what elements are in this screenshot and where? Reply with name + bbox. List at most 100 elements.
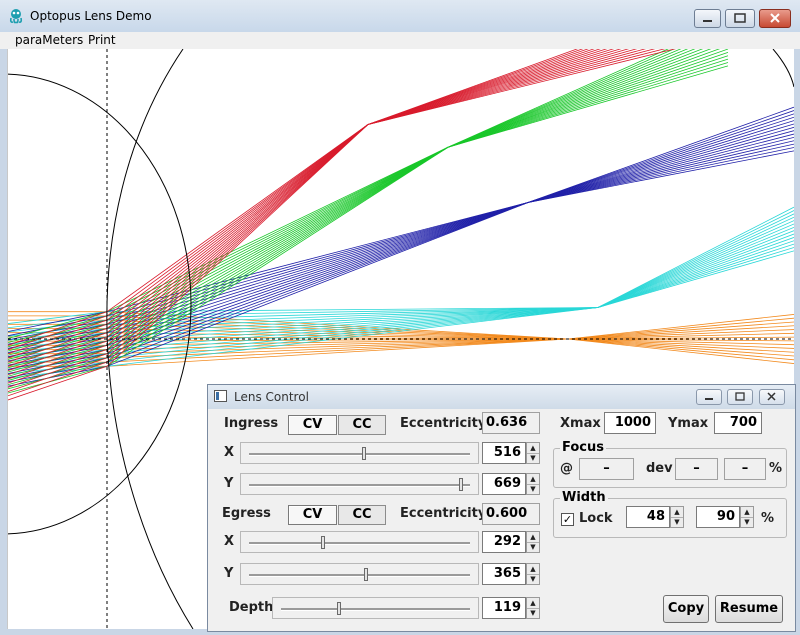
egress-x-slider[interactable]: [240, 531, 479, 553]
blue-ray: [527, 140, 794, 203]
red-ray: [367, 49, 638, 125]
cyan-ray: [597, 233, 794, 308]
focus-group: Focus @ – dev – – %: [553, 440, 787, 488]
close-button[interactable]: [759, 9, 791, 28]
red-ray: [367, 49, 601, 125]
spin-down-icon[interactable]: ▼: [741, 517, 753, 527]
dialog-window-icon: [214, 390, 227, 402]
green-ray: [447, 58, 729, 148]
spin-down-icon[interactable]: ▼: [527, 484, 539, 494]
dialog-maximize-button[interactable]: [727, 389, 753, 405]
dialog-title-bar[interactable]: Lens Control: [208, 385, 795, 409]
depth-field[interactable]: 119: [482, 597, 526, 619]
egress-x-field[interactable]: 292: [482, 531, 526, 553]
red-ray: [367, 49, 608, 125]
blue-ray: [106, 202, 529, 325]
slider-thumb[interactable]: [336, 602, 341, 615]
red-ray: [367, 49, 647, 125]
dialog-close-button[interactable]: [759, 389, 785, 405]
minimize-icon: [705, 398, 713, 400]
orange-ray: [106, 338, 569, 367]
egress-y-slider[interactable]: [240, 563, 479, 585]
xmax-label: Xmax: [560, 416, 601, 431]
resume-button[interactable]: Resume: [715, 595, 783, 623]
main-window: Optopus Lens Demo paraMeters Print Lens …: [0, 0, 800, 635]
title-bar[interactable]: Optopus Lens Demo: [0, 0, 800, 33]
focus-at-label: @: [560, 461, 573, 476]
xmax-field[interactable]: 1000: [604, 412, 656, 434]
depth-label: Depth: [229, 600, 274, 615]
cyan-ray: [597, 240, 794, 308]
red-ray: [367, 49, 595, 125]
ingress-x-field[interactable]: 516: [482, 442, 526, 464]
spin-down-icon[interactable]: ▼: [527, 574, 539, 584]
focus-dev-value: –: [675, 458, 718, 480]
slider-track: [281, 608, 470, 611]
maximize-icon: [735, 392, 745, 401]
ingress-y-slider[interactable]: [240, 473, 479, 495]
width-pct-label: %: [761, 511, 775, 526]
menu-parameters[interactable]: paraMeters: [15, 33, 83, 47]
cyan-ray: [597, 220, 794, 308]
red-ray: [367, 49, 622, 125]
width-group: Width ✓ Lock 48 ▲ ▼ 90 ▲ ▼ %: [553, 490, 787, 538]
width-value2-field[interactable]: 90: [696, 506, 740, 528]
blue-ray: [527, 126, 794, 203]
minimize-button[interactable]: [694, 9, 721, 28]
width-value2-spinner[interactable]: ▲ ▼: [740, 506, 754, 528]
ingress-label: Ingress: [224, 416, 279, 431]
close-icon: [770, 13, 780, 23]
slider-thumb[interactable]: [361, 447, 366, 460]
orange-ray: [567, 338, 794, 364]
ingress-y-field[interactable]: 669: [482, 473, 526, 495]
red-ray: [367, 49, 656, 125]
ingress-y-spinner[interactable]: ▲ ▼: [526, 473, 540, 495]
cyan-ray: [597, 223, 794, 308]
ingress-x-slider[interactable]: [240, 442, 479, 464]
lens-control-dialog: Lens Control Ingress CV CC Eccentricity …: [207, 384, 796, 632]
slider-track: [249, 453, 470, 456]
focus-pct-label: %: [769, 461, 783, 476]
lock-checkbox[interactable]: ✓: [561, 513, 574, 526]
width-value1-field[interactable]: 48: [626, 506, 670, 528]
depth-slider[interactable]: [272, 597, 479, 619]
egress-x-spinner[interactable]: ▲ ▼: [526, 531, 540, 553]
spin-down-icon[interactable]: ▼: [671, 517, 683, 527]
depth-spinner[interactable]: ▲ ▼: [526, 597, 540, 619]
egress-eccentricity-value: 0.600: [482, 503, 540, 525]
octopus-icon: [9, 9, 23, 24]
green-ray: [106, 146, 449, 313]
copy-button[interactable]: Copy: [663, 595, 709, 623]
egress-x-label: X: [224, 534, 235, 549]
slider-track: [249, 574, 470, 577]
spin-down-icon[interactable]: ▼: [527, 542, 539, 552]
red-ray: [367, 49, 579, 125]
ingress-x-spinner[interactable]: ▲ ▼: [526, 442, 540, 464]
ray-traces: [8, 49, 794, 401]
egress-y-spinner[interactable]: ▲ ▼: [526, 563, 540, 585]
spin-down-icon[interactable]: ▼: [527, 608, 539, 618]
width-value1-spinner[interactable]: ▲ ▼: [670, 506, 684, 528]
red-ray: [367, 49, 666, 125]
spin-down-icon[interactable]: ▼: [527, 453, 539, 463]
dialog-minimize-button[interactable]: [696, 389, 722, 405]
ymax-field[interactable]: 700: [714, 412, 762, 434]
ingress-eccentricity-value: 0.636: [482, 412, 540, 434]
window-title: Optopus Lens Demo: [30, 9, 152, 23]
menu-print[interactable]: Print: [88, 33, 116, 47]
blue-ray: [527, 110, 794, 203]
width-group-label: Width: [560, 490, 608, 505]
maximize-button[interactable]: [725, 9, 755, 28]
blue-ray: [527, 116, 794, 203]
egress-cc-button[interactable]: CC: [338, 505, 386, 525]
egress-y-field[interactable]: 365: [482, 563, 526, 585]
egress-eccentricity-label: Eccentricity: [400, 506, 487, 521]
ingress-cv-button[interactable]: CV: [288, 415, 337, 435]
cyan-ray: [597, 247, 794, 308]
cyan-ray: [597, 213, 794, 308]
slider-thumb[interactable]: [459, 478, 464, 491]
slider-thumb[interactable]: [364, 568, 368, 581]
egress-cv-button[interactable]: CV: [288, 505, 337, 525]
slider-thumb[interactable]: [320, 536, 325, 549]
ingress-cc-button[interactable]: CC: [338, 415, 386, 435]
